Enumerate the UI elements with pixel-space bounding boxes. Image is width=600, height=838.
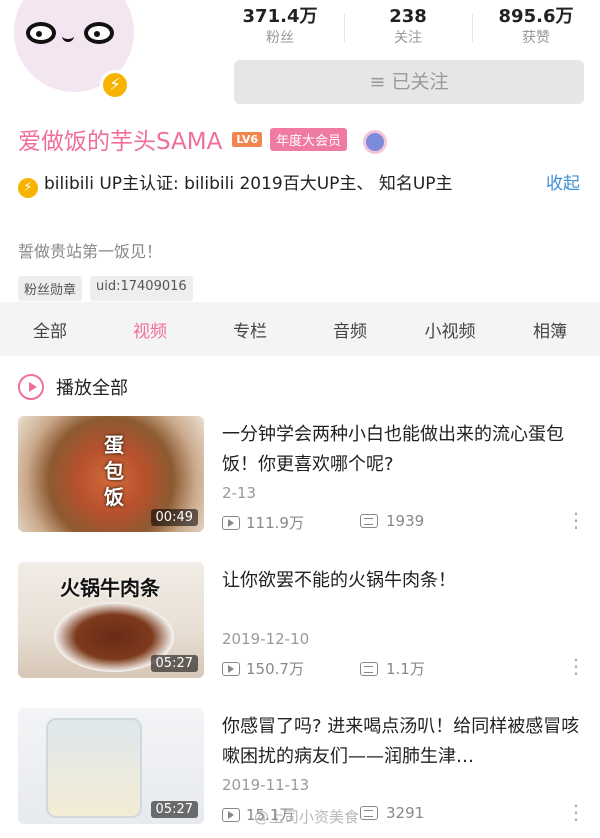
stat-value: 895.6万 (498, 6, 574, 27)
level-badge: LV6 (232, 131, 263, 147)
video-title[interactable]: 一分钟学会两种小白也能做出来的流心蛋包饭！你更喜欢哪个呢? (222, 420, 582, 480)
thumbnail-jar (46, 718, 142, 818)
play-all-button[interactable]: 播放全部 (18, 372, 128, 402)
video-item[interactable]: 火锅牛肉条 05:27 让你欲罢不能的火锅牛肉条！ 2019-12-10 150… (0, 562, 600, 692)
video-date: 2019-11-13 (222, 776, 310, 794)
more-icon[interactable]: ⋮ (566, 802, 586, 830)
tab-videos[interactable]: 视频 (100, 317, 200, 342)
certification: ⚡ bilibili UP主认证: bilibili 2019百大UP主、 知名U… (18, 170, 518, 198)
thumbnail-caption: 蛋包饭 (104, 433, 124, 509)
video-thumbnail[interactable]: 火锅牛肉条 05:27 (18, 562, 204, 678)
video-duration: 05:27 (150, 801, 198, 818)
signature: 誓做贵站第一饭见！ (18, 242, 163, 261)
danmaku-count: 1939 (360, 512, 424, 530)
video-title[interactable]: 让你欲罢不能的火锅牛肉条！ (222, 566, 582, 596)
more-icon[interactable]: ⋮ (566, 656, 586, 684)
play-all-label: 播放全部 (56, 378, 128, 399)
username: 爱做饭的芋头SAMA (18, 129, 223, 155)
danmaku-count: 3291 (360, 804, 424, 822)
play-count: 111.9万 (222, 512, 304, 533)
video-date: 2-13 (222, 484, 257, 502)
danmaku-icon (360, 806, 378, 820)
collapse-link[interactable]: 收起 (546, 170, 580, 198)
tab-albums[interactable]: 相簿 (500, 317, 600, 342)
profile-tags: 粉丝勋章 uid:17409016 (18, 276, 201, 301)
stat-fans[interactable]: 371.4万 粉丝 (216, 6, 344, 50)
video-title[interactable]: 你感冒了吗? 进来喝点汤叭！给同样被感冒咳嗽困扰的病友们——润肺生津… (222, 712, 582, 772)
avatar-mouth (62, 34, 74, 42)
video-duration: 05:27 (150, 655, 198, 672)
tab-articles[interactable]: 专栏 (200, 317, 300, 342)
stat-label: 关注 (394, 30, 422, 46)
danmaku-count-value: 1939 (386, 512, 425, 530)
stat-label: 获赞 (522, 30, 550, 46)
video-duration: 00:49 (150, 509, 198, 526)
avatar-eye-left (26, 22, 56, 44)
stat-label: 粉丝 (266, 30, 294, 46)
tab-short-videos[interactable]: 小视频 (400, 317, 500, 342)
play-count-icon (222, 516, 240, 530)
video-item[interactable]: 蛋包饭 00:49 一分钟学会两种小白也能做出来的流心蛋包饭！你更喜欢哪个呢? … (0, 416, 600, 546)
more-icon[interactable]: ⋮ (566, 510, 586, 538)
danmaku-count-value: 1.1万 (386, 660, 425, 678)
danmaku-icon (360, 662, 378, 676)
content-tabs: 全部 视频 专栏 音频 小视频 相簿 (0, 302, 600, 356)
danmaku-icon (360, 514, 378, 528)
profile-header: ⚡ 371.4万 粉丝 238 关注 895.6万 获赞 ≡ 已关注 (0, 0, 600, 110)
verified-icon: ⚡ (100, 70, 130, 100)
video-meta: 111.9万 1939 (222, 512, 582, 534)
tab-audio[interactable]: 音频 (300, 317, 400, 342)
play-count-value: 150.7万 (246, 660, 304, 678)
uid-tag: uid:17409016 (90, 276, 193, 301)
video-thumbnail[interactable]: 05:27 (18, 708, 204, 824)
avatar-eye-right (84, 22, 114, 44)
profile-stats: 371.4万 粉丝 238 关注 895.6万 获赞 (216, 6, 600, 50)
vip-badge[interactable]: 年度大会员 (270, 127, 348, 151)
stat-value: 238 (389, 6, 427, 27)
stat-value: 371.4万 (242, 6, 318, 27)
followed-button[interactable]: ≡ 已关注 (234, 60, 584, 104)
danmaku-count-value: 3291 (386, 804, 425, 822)
pendant-icon (359, 126, 388, 154)
watermark: @上司小资美食 (254, 808, 360, 826)
play-circle-icon (18, 374, 44, 400)
certification-text: bilibili UP主认证: bilibili 2019百大UP主、 知名UP… (44, 174, 453, 194)
play-count-icon (222, 662, 240, 676)
tab-all[interactable]: 全部 (0, 317, 100, 342)
thumbnail-caption: 火锅牛肉条 (60, 576, 160, 600)
play-count-icon (222, 808, 240, 822)
danmaku-count: 1.1万 (360, 658, 425, 679)
video-date: 2019-12-10 (222, 630, 310, 648)
play-count-value: 111.9万 (246, 514, 304, 532)
play-count: 150.7万 (222, 658, 304, 679)
certification-icon: ⚡ (18, 178, 38, 198)
fan-medal-tag[interactable]: 粉丝勋章 (18, 276, 83, 301)
video-thumbnail[interactable]: 蛋包饭 00:49 (18, 416, 204, 532)
video-meta: 150.7万 1.1万 (222, 658, 582, 680)
stat-likes[interactable]: 895.6万 获赞 (472, 6, 600, 50)
name-row: 爱做饭的芋头SAMA LV6 年度大会员 (18, 122, 388, 156)
stat-following[interactable]: 238 关注 (344, 6, 472, 50)
